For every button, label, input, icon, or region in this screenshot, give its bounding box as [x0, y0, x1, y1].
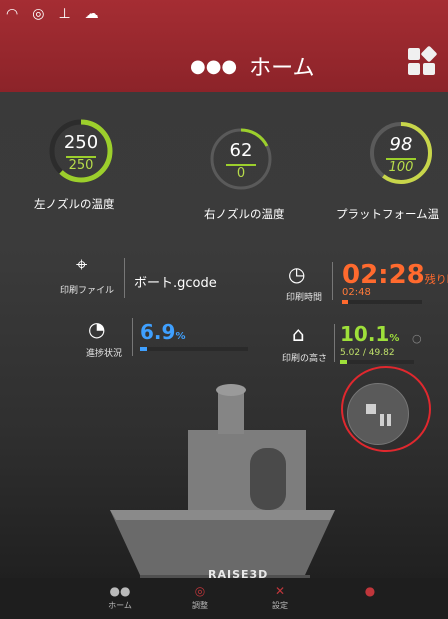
nav-adjust[interactable]: ◎ 調整 [170, 584, 230, 611]
nav-label: 設定 [272, 601, 288, 610]
divider [332, 262, 333, 300]
gauge-target: 250 [68, 158, 94, 173]
left-nozzle-gauge[interactable]: 250 250 [48, 118, 114, 184]
left-nozzle-label: 左ノズルの温度 [34, 197, 115, 211]
filament-icon: ⊥ [58, 6, 71, 22]
adjust-icon: ◎ [194, 584, 206, 598]
building-icon: ⌂ [292, 322, 305, 346]
time-bar-fill [342, 300, 348, 304]
platform-label: プラットフォーム温 [336, 207, 440, 221]
gauge-target: 0 [236, 166, 246, 181]
right-nozzle-gauge[interactable]: 62 0 [208, 126, 274, 192]
wifi-icon: ◠ [6, 6, 19, 22]
webcam-icon: ◎ [32, 6, 45, 22]
model-preview [110, 384, 335, 583]
pause-button[interactable] [347, 383, 409, 445]
nav-settings[interactable]: ✕ 設定 [250, 584, 310, 611]
menu-grid-icon[interactable] [408, 45, 438, 78]
print-file-label: 印刷ファイル [60, 286, 115, 296]
progress-label: 進捗状況 [86, 349, 123, 359]
stop-icon [366, 404, 376, 414]
time-remaining: 02:28残り時 [342, 260, 448, 290]
header-bar: ◠ ◎ ⊥ ☁ ●●● ホーム [0, 0, 448, 92]
height-detail: 5.02 / 49.82 [340, 348, 395, 358]
gauge-current: 62 [229, 140, 253, 161]
progress-value: 6.9 [140, 320, 176, 344]
height-unit: % [389, 333, 400, 344]
pause-icon-bar [387, 414, 391, 426]
nav-label: ホーム [108, 601, 132, 610]
divider [132, 318, 133, 356]
refresh-icon[interactable]: ○ [412, 332, 422, 345]
nav-home[interactable]: ●● ホーム [90, 584, 150, 611]
progress-bar-fill [140, 347, 148, 351]
more-icon: ● [364, 584, 376, 598]
platform-gauge[interactable]: 98 100 [368, 120, 434, 186]
print-file-name[interactable]: ボート.gcode [134, 272, 217, 291]
time-remaining-value: 02:28 [342, 260, 425, 290]
page-title: ●●● ホーム [190, 50, 314, 82]
progress-icon: ◔ [88, 317, 106, 341]
nav-more[interactable]: ● [340, 584, 400, 600]
clock-icon: ◷ [288, 262, 306, 286]
page-title-text: ホーム [249, 56, 315, 81]
gauge-current: 250 [63, 132, 99, 153]
progress-bar [140, 347, 248, 351]
gauge-current: 98 [389, 134, 413, 155]
height-percent: 10.1% [340, 322, 399, 346]
pause-icon [380, 414, 384, 426]
print-height-label: 印刷の高さ [282, 354, 328, 364]
height-bar [340, 360, 414, 364]
printer-screen: ◠ ◎ ⊥ ☁ ●●● ホーム 250 250 左ノズルの温度 62 0 右ノズ… [0, 0, 448, 619]
progress-percent: 6.9% [140, 320, 185, 344]
cloud-icon: ☁ [84, 6, 99, 22]
time-elapsed: 02:48 [342, 287, 371, 298]
progress-unit: % [175, 331, 186, 342]
users-icon: ●● [109, 584, 131, 598]
time-bar [342, 300, 422, 304]
time-remaining-suffix: 残り時 [424, 273, 448, 286]
height-bar-fill [340, 360, 348, 364]
gauge-target: 100 [388, 160, 414, 175]
height-value: 10.1 [340, 322, 390, 346]
tools-icon: ✕ [274, 584, 286, 598]
bottom-nav: ●● ホーム ◎ 調整 ✕ 設定 ● [0, 578, 448, 619]
divider [124, 258, 125, 298]
users-icon: ●●● [190, 55, 238, 77]
right-nozzle-label: 右ノズルの温度 [204, 207, 285, 221]
pin-icon: ⌖ [76, 252, 88, 276]
nav-label: 調整 [192, 601, 208, 610]
divider [334, 324, 335, 362]
status-bar: ◠ ◎ ⊥ ☁ [6, 6, 99, 22]
print-time-label: 印刷時間 [286, 293, 323, 303]
